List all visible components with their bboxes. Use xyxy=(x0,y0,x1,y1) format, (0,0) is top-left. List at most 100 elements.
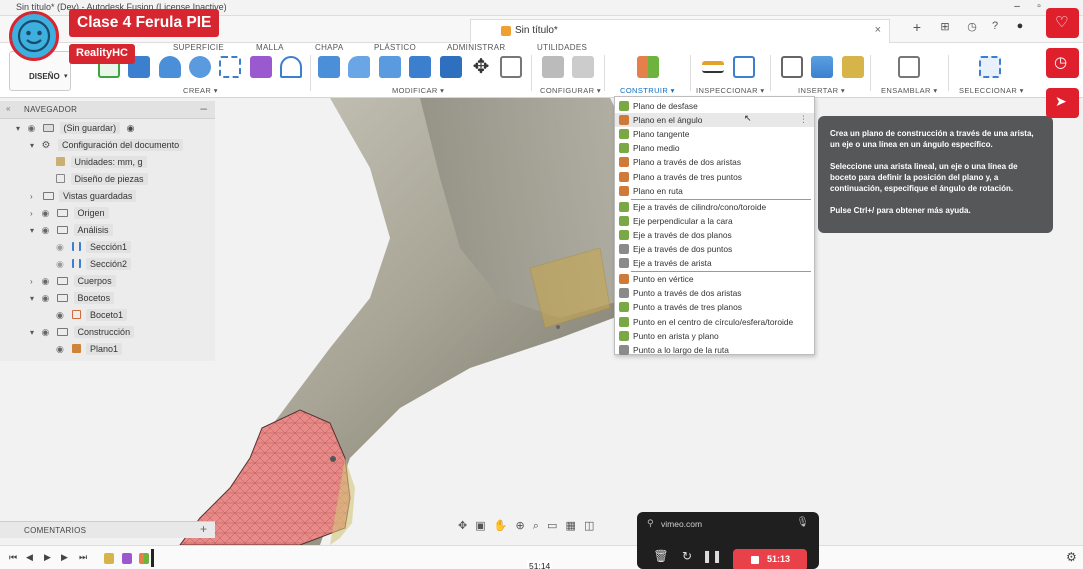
tab-plastico[interactable]: PLÁSTICO xyxy=(374,43,416,52)
fillet-icon[interactable] xyxy=(348,56,370,78)
construct-menu-item[interactable]: Plano tangente xyxy=(615,127,814,141)
eye-icon[interactable]: ◉ xyxy=(42,276,54,287)
construct-menu-item[interactable]: Punto a través de dos aristas xyxy=(615,286,814,300)
collapse-arrows-icon[interactable]: « xyxy=(6,104,10,113)
configure-icon[interactable] xyxy=(542,56,564,78)
more-options-icon[interactable]: ⋮ xyxy=(799,114,808,125)
help-icon[interactable]: ? xyxy=(985,20,1005,32)
insert-derive-icon[interactable] xyxy=(781,56,803,78)
revolve-icon[interactable] xyxy=(159,56,181,78)
construct-menu-item[interactable]: Punto a través de tres planos xyxy=(615,300,814,314)
tree-item-section1[interactable]: ◉ Sección1 xyxy=(56,241,132,257)
share-button[interactable]: ➤ xyxy=(1046,88,1079,118)
sweep-icon[interactable] xyxy=(189,56,211,78)
timeline-feature-form[interactable] xyxy=(122,553,132,564)
construct-menu-item[interactable]: Eje a través de arista xyxy=(615,256,814,270)
delete-icon[interactable]: 🗑 xyxy=(651,549,671,569)
new-tab-icon[interactable]: + xyxy=(907,19,927,35)
stop-recording-button[interactable]: 51:13 xyxy=(733,549,807,569)
construct-menu-item[interactable]: Eje a través de dos puntos xyxy=(615,242,814,256)
pause-icon[interactable]: ❚❚ xyxy=(702,549,722,569)
tree-item-origin[interactable]: › ◉ Origen xyxy=(30,207,109,223)
expand-icon[interactable]: ▾ xyxy=(16,124,25,133)
eye-icon[interactable]: ◉ xyxy=(42,293,54,304)
eye-icon[interactable]: ◉ xyxy=(56,242,68,253)
tree-item-section2[interactable]: ◉ Sección2 xyxy=(56,258,132,274)
group-crear[interactable]: CREAR ▾ xyxy=(183,86,218,95)
eye-icon[interactable]: ◉ xyxy=(42,327,54,338)
tree-item-bodies[interactable]: › ◉ Cuerpos xyxy=(30,275,116,291)
construct-menu-item[interactable]: Plano medio xyxy=(615,141,814,155)
minimize-panel-icon[interactable]: – xyxy=(200,101,207,115)
skip-start-icon[interactable]: ⏮ xyxy=(9,552,17,563)
timeline-feature-mesh[interactable] xyxy=(104,553,114,564)
group-construir[interactable]: CONSTRUIR ▾ xyxy=(620,86,675,95)
like-button[interactable]: ♡ xyxy=(1046,8,1079,38)
select-icon[interactable] xyxy=(979,56,1001,78)
close-tab-icon[interactable]: × xyxy=(875,24,881,36)
construct-menu-item[interactable]: Plano en el ángulo ⋮ ↖ xyxy=(615,113,814,128)
skip-end-icon[interactable]: ⏭ xyxy=(79,552,87,563)
step-back-icon[interactable]: ◀ xyxy=(26,552,33,563)
group-seleccionar[interactable]: SELECCIONAR ▾ xyxy=(959,86,1024,95)
section-analysis-icon[interactable] xyxy=(733,56,755,78)
construct-menu-item[interactable]: Eje a través de cilindro/cono/toroide xyxy=(615,200,814,214)
display-settings-icon[interactable]: ▭ xyxy=(547,519,557,532)
tree-item-analysis[interactable]: ▾ ◉ Análisis xyxy=(30,224,113,240)
chamfer-icon[interactable] xyxy=(379,56,401,78)
eye-icon[interactable]: ◉ xyxy=(56,259,68,270)
parameters-icon[interactable] xyxy=(500,56,522,78)
measure-icon[interactable] xyxy=(702,61,724,73)
construct-menu-item[interactable]: Punto en vértice xyxy=(615,272,814,286)
active-radio-icon[interactable]: ◉ xyxy=(127,123,135,133)
tree-item-sketches[interactable]: ▾ ◉ Bocetos xyxy=(30,292,115,308)
tree-item-design[interactable]: Diseño de piezas xyxy=(55,173,148,189)
tree-item-plane1[interactable]: ◉ Plano1 xyxy=(56,343,123,359)
group-ensamblar[interactable]: ENSAMBLAR ▾ xyxy=(881,86,938,95)
tree-item-construction[interactable]: ▾ ◉ Construcción xyxy=(30,326,135,342)
eye-icon[interactable]: ◉ xyxy=(56,344,68,355)
tab-chapa[interactable]: CHAPA xyxy=(315,43,343,52)
configure-table-icon[interactable] xyxy=(572,56,594,78)
insert-canvas-icon[interactable] xyxy=(811,56,833,78)
new-component-icon[interactable] xyxy=(898,56,920,78)
timeline-feature-plane[interactable] xyxy=(139,553,149,564)
tree-item-units[interactable]: Unidades: mm, g xyxy=(55,156,147,172)
loft-icon[interactable] xyxy=(219,56,241,78)
eye-icon[interactable]: ◉ xyxy=(56,310,68,321)
settings-sliders-icon[interactable]: ⚲ xyxy=(647,518,654,529)
construct-menu-item[interactable]: Eje a través de dos planos xyxy=(615,228,814,242)
insert-mesh-icon[interactable] xyxy=(842,56,864,78)
construct-menu-item[interactable]: Punto en el centro de círculo/esfera/tor… xyxy=(615,315,814,329)
tab-malla[interactable]: MALLA xyxy=(256,43,284,52)
construct-menu-item[interactable]: Plano a través de dos aristas xyxy=(615,155,814,169)
step-forward-icon[interactable]: ▶ xyxy=(61,552,68,563)
zoom-icon[interactable]: ⊕ xyxy=(516,519,525,532)
eye-icon[interactable]: ◉ xyxy=(42,208,54,219)
history-icon[interactable]: ◷ xyxy=(962,20,982,33)
construct-menu-item[interactable]: Plano a través de tres puntos xyxy=(615,170,814,184)
grid-icon[interactable]: ▦ xyxy=(566,519,576,532)
construct-menu-item[interactable]: Plano en ruta xyxy=(615,184,814,198)
press-pull-icon[interactable] xyxy=(318,56,340,78)
account-icon[interactable]: ● xyxy=(1010,20,1030,32)
tree-item-views[interactable]: › Vistas guardadas xyxy=(30,190,137,206)
move-icon[interactable]: ✥ xyxy=(470,56,492,78)
group-insertar[interactable]: INSERTAR ▾ xyxy=(798,86,845,95)
timeline-marker[interactable] xyxy=(151,549,154,567)
tree-item-config[interactable]: ▾ ⚙ Configuración del documento xyxy=(30,139,184,155)
construct-menu-item[interactable]: Punto a lo largo de la ruta xyxy=(615,343,814,357)
orbit-icon[interactable]: ✥ xyxy=(458,519,467,532)
tree-root[interactable]: ▾ ◉ (Sin guardar) ◉ xyxy=(16,122,135,138)
rib-icon[interactable] xyxy=(280,56,302,78)
restart-icon[interactable]: ↻ xyxy=(677,549,697,569)
pan-icon[interactable]: ✋ xyxy=(494,519,508,532)
tab-utilidades[interactable]: UTILIDADES xyxy=(537,43,587,52)
fit-icon[interactable]: ⌕ xyxy=(533,520,539,533)
form-icon[interactable] xyxy=(250,56,272,78)
minimize-button[interactable]: – xyxy=(1008,1,1026,12)
document-tab[interactable]: Sin título* × xyxy=(470,19,890,43)
group-modificar[interactable]: MODIFICAR ▾ xyxy=(392,86,444,95)
tab-superficie[interactable]: SUPERFICIE xyxy=(173,43,224,52)
construct-plane-icon[interactable] xyxy=(637,56,659,78)
